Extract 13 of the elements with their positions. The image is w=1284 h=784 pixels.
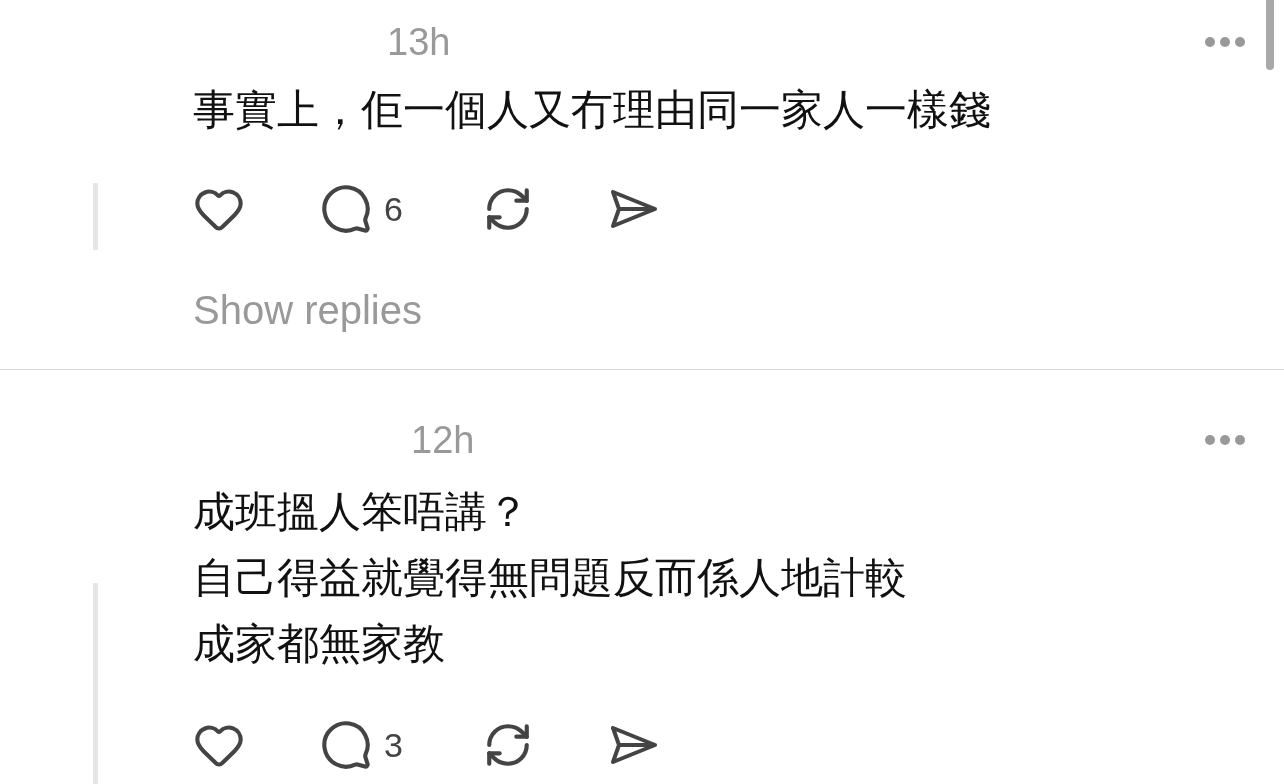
share-button[interactable] bbox=[609, 723, 659, 767]
post-text: 事實上，佢一個人又冇理由同一家人一樣錢 bbox=[193, 84, 992, 136]
post-text: 成家都無家教 bbox=[193, 618, 446, 670]
send-icon bbox=[609, 187, 659, 231]
post-time: 13h bbox=[387, 20, 451, 65]
post-text: 自己得益就覺得無問題反而係人地計較 bbox=[193, 552, 908, 604]
more-icon[interactable] bbox=[1204, 434, 1246, 446]
send-icon bbox=[609, 723, 659, 767]
post-time: 12h bbox=[411, 418, 475, 463]
more-icon[interactable] bbox=[1204, 36, 1246, 48]
share-button[interactable] bbox=[609, 187, 659, 231]
post-text: 成班搵人笨唔講？ bbox=[193, 486, 530, 538]
scrollbar[interactable] bbox=[1266, 0, 1274, 70]
